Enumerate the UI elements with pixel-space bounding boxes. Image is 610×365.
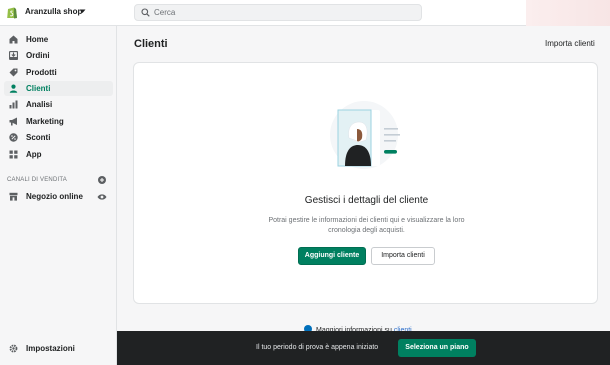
- megaphone-icon: [9, 117, 17, 126]
- sidebar-item-home[interactable]: Home: [4, 32, 113, 47]
- sidebar-item-products[interactable]: Prodotti: [4, 65, 113, 80]
- add-customer-button[interactable]: Aggiungi cliente: [298, 247, 366, 265]
- sidebar-item-discounts[interactable]: Sconti: [4, 130, 113, 145]
- eye-icon[interactable]: [97, 193, 107, 201]
- sidebar-item-customers[interactable]: Clienti: [4, 81, 113, 96]
- sidebar-item-label: Sconti: [26, 133, 51, 142]
- sidebar-item-label: Ordini: [26, 51, 50, 60]
- sales-channels-title: CANALI DI VENDITA: [7, 177, 67, 183]
- search-icon: [141, 8, 150, 17]
- apps-icon: [9, 150, 18, 159]
- sidebar-item-marketing[interactable]: Marketing: [4, 114, 113, 129]
- empty-state-card: Gestisci i dettagli del cliente Potrai g…: [133, 62, 598, 304]
- orders-icon: [9, 51, 18, 60]
- tag-icon: [9, 68, 18, 77]
- person-icon: [9, 84, 18, 93]
- sidebar-item-label: App: [26, 150, 42, 159]
- account-area[interactable]: [526, 0, 610, 26]
- chevron-down-icon[interactable]: [79, 9, 86, 14]
- select-plan-button[interactable]: Seleziona un piano: [398, 339, 476, 357]
- top-bar: Aranzulla shop Cerca: [0, 0, 610, 26]
- home-icon: [9, 35, 18, 44]
- customer-card-illustration-icon: [330, 101, 400, 169]
- empty-state-description: Potrai gestire le informazioni dei clien…: [268, 217, 465, 234]
- add-channel-icon[interactable]: [98, 176, 106, 184]
- bar-chart-icon: [9, 100, 18, 109]
- sidebar-item-orders[interactable]: Ordini: [4, 48, 113, 63]
- gear-icon: [9, 344, 18, 353]
- sidebar-item-label: Prodotti: [26, 68, 57, 77]
- discount-icon: [9, 133, 18, 142]
- sidebar-item-label: Clienti: [26, 84, 51, 93]
- store-icon: [9, 192, 18, 201]
- trial-banner: Il tuo periodo di prova è appena iniziat…: [117, 331, 610, 365]
- sidebar-item-label: Home: [26, 35, 49, 44]
- page-title: Clienti: [134, 38, 168, 50]
- empty-state-heading: Gestisci i dettagli del cliente: [304, 195, 429, 206]
- sidebar-item-label: Marketing: [26, 117, 64, 126]
- settings-label: Impostazioni: [26, 344, 75, 353]
- trial-text: Il tuo periodo di prova è appena iniziat…: [256, 344, 379, 351]
- sidebar-item-apps[interactable]: App: [4, 147, 113, 162]
- sidebar-item-analytics[interactable]: Analisi: [4, 97, 113, 112]
- sidebar: Home Ordini Prodotti Clienti Analisi Mar…: [0, 26, 117, 365]
- settings-button[interactable]: Impostazioni: [4, 341, 113, 357]
- import-customers-button[interactable]: Importa clienti: [371, 247, 435, 265]
- shop-name[interactable]: Aranzulla shop: [25, 7, 82, 16]
- import-customers-link[interactable]: Importa clienti: [545, 39, 595, 48]
- sidebar-item-label: Analisi: [26, 100, 53, 109]
- sidebar-item-label: Negozio online: [26, 192, 83, 201]
- shopify-logo-icon[interactable]: [6, 6, 18, 19]
- search-placeholder: Cerca: [154, 8, 176, 17]
- search-input[interactable]: Cerca: [134, 4, 422, 21]
